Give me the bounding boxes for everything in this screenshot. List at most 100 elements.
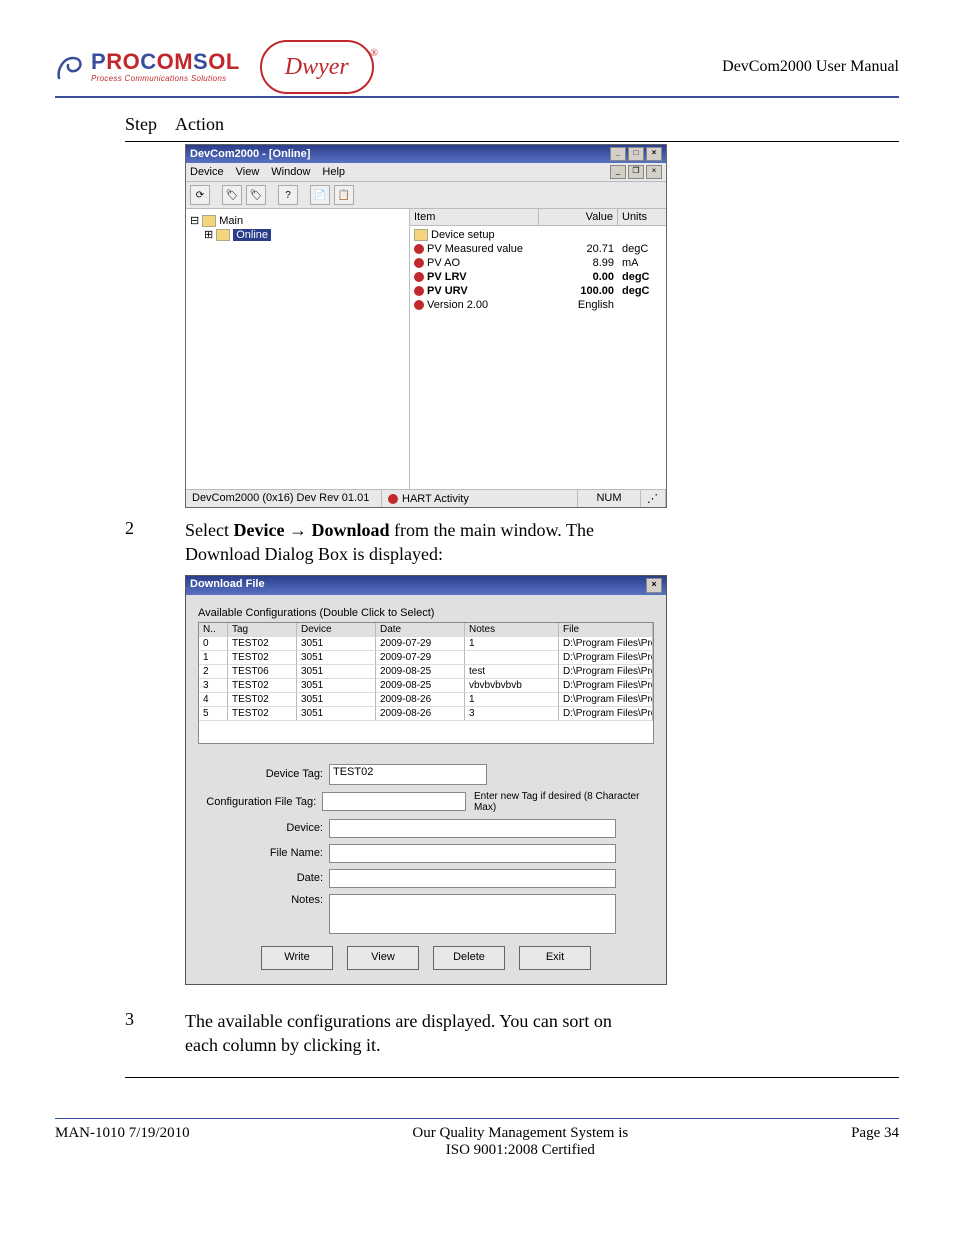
- menu-view[interactable]: View: [236, 166, 260, 178]
- download-dialog-screenshot: Download File × Available Configurations…: [185, 575, 667, 985]
- col-tag[interactable]: Tag: [228, 623, 297, 637]
- list-row[interactable]: PV Measured value20.71degC: [410, 242, 666, 256]
- col-date[interactable]: Date: [376, 623, 465, 637]
- hart-led-icon: [388, 494, 398, 504]
- date-label: Date:: [198, 872, 329, 884]
- device-label: Device:: [198, 822, 329, 834]
- col-action: Action: [175, 114, 224, 135]
- app-window-screenshot: DevCom2000 - [Online] _ □ × Device View …: [185, 144, 667, 508]
- status-left: DevCom2000 (0x16) Dev Rev 01.01: [186, 490, 382, 507]
- dwyer-logo: Dwyer: [260, 40, 374, 94]
- config-tag-label: Configuration File Tag:: [198, 796, 322, 808]
- toolbar-btn-2[interactable]: 🏷: [222, 185, 242, 205]
- table-row[interactable]: 5TEST0230512009-08-263D:\Program Files\P…: [199, 707, 653, 721]
- folder-icon: [216, 229, 230, 241]
- col-value[interactable]: Value: [539, 209, 618, 225]
- manual-title: DevCom2000 User Manual: [722, 58, 899, 76]
- status-num: NUM: [578, 490, 641, 507]
- filename-input[interactable]: [329, 844, 616, 863]
- mdi-close-icon[interactable]: ×: [646, 165, 662, 179]
- dialog-close-icon[interactable]: ×: [646, 578, 662, 593]
- table-row[interactable]: 4TEST0230512009-08-261D:\Program Files\P…: [199, 693, 653, 707]
- folder-icon: [202, 215, 216, 227]
- dialog-title: Download File: [190, 578, 265, 593]
- device-tag-input[interactable]: TEST02: [329, 764, 487, 785]
- device-input[interactable]: [329, 819, 616, 838]
- toolbar-btn-3[interactable]: 🏷: [246, 185, 266, 205]
- toolbar-btn-6[interactable]: 📋: [334, 185, 354, 205]
- footer-right: Page 34: [851, 1125, 899, 1159]
- param-icon: [414, 272, 424, 282]
- minimize-icon[interactable]: _: [610, 147, 626, 161]
- notes-input[interactable]: [329, 894, 616, 934]
- step-text: Select Device → Download from the main w…: [185, 518, 645, 567]
- param-icon: [414, 244, 424, 254]
- list-row[interactable]: Version 2.00English: [410, 298, 666, 312]
- steps-container: DevCom2000 - [Online] _ □ × Device View …: [125, 141, 899, 1057]
- table-row[interactable]: 2TEST0630512009-08-25testD:\Program File…: [199, 665, 653, 679]
- folder-icon: [414, 229, 428, 241]
- delete-button[interactable]: Delete: [433, 946, 505, 970]
- tree-main[interactable]: Main: [219, 215, 243, 227]
- status-bar: DevCom2000 (0x16) Dev Rev 01.01 HART Act…: [186, 489, 666, 507]
- notes-label: Notes:: [198, 894, 329, 906]
- table-row[interactable]: 0TEST0230512009-07-291D:\Program Files\P…: [199, 637, 653, 651]
- config-tag-input[interactable]: [322, 792, 466, 811]
- table-headers: Step Action: [125, 114, 899, 135]
- list-row[interactable]: PV AO8.99mA: [410, 256, 666, 270]
- list-row[interactable]: Device setup: [410, 228, 666, 242]
- col-n[interactable]: N..: [199, 623, 228, 637]
- brand-name: PROCOMSOL: [91, 51, 240, 73]
- table-row[interactable]: 1TEST0230512009-07-29D:\Program Files\Pr…: [199, 651, 653, 665]
- mdi-bar: Device View Window Help _ ❐ ×: [186, 163, 666, 182]
- maximize-icon[interactable]: □: [628, 147, 644, 161]
- page-header: PROCOMSOL Process Communications Solutio…: [55, 40, 899, 98]
- mdi-minimize-icon[interactable]: _: [610, 165, 626, 179]
- filename-label: File Name:: [198, 847, 329, 859]
- menu-device[interactable]: Device: [190, 166, 224, 178]
- list-row[interactable]: PV URV100.00degC: [410, 284, 666, 298]
- procomsol-logo: PROCOMSOL Process Communications Solutio…: [55, 51, 240, 83]
- menu-help[interactable]: Help: [322, 166, 345, 178]
- exit-button[interactable]: Exit: [519, 946, 591, 970]
- toolbar-btn-1[interactable]: ⟳: [190, 185, 210, 205]
- brand-tagline: Process Communications Solutions: [91, 75, 240, 83]
- toolbar: ⟳ 🏷 🏷 ? 📄 📋: [186, 182, 666, 209]
- col-notes[interactable]: Notes: [465, 623, 559, 637]
- step-text: The available configurations are display…: [185, 1009, 645, 1058]
- status-hart: HART Activity: [402, 493, 469, 505]
- footer-left: MAN-1010 7/19/2010: [55, 1125, 190, 1159]
- page-footer: MAN-1010 7/19/2010 Our Quality Managemen…: [55, 1118, 899, 1159]
- date-input[interactable]: [329, 869, 616, 888]
- write-button[interactable]: Write: [261, 946, 333, 970]
- col-device[interactable]: Device: [297, 623, 376, 637]
- resize-grip-icon: ⋰: [641, 490, 666, 507]
- device-tag-label: Device Tag:: [198, 768, 329, 780]
- col-file[interactable]: File: [559, 623, 653, 637]
- title-bar: DevCom2000 - [Online] _ □ ×: [186, 145, 666, 163]
- col-units[interactable]: Units: [618, 209, 666, 225]
- config-tag-hint: Enter new Tag if desired (8 Character Ma…: [474, 791, 654, 813]
- col-step: Step: [125, 114, 157, 135]
- toolbar-btn-5[interactable]: 📄: [310, 185, 330, 205]
- logos: PROCOMSOL Process Communications Solutio…: [55, 40, 374, 94]
- separator: [125, 1077, 899, 1078]
- window-title: DevCom2000 - [Online]: [190, 148, 310, 160]
- list-row[interactable]: PV LRV0.00degC: [410, 270, 666, 284]
- param-icon: [414, 258, 424, 268]
- tree-online[interactable]: Online: [233, 229, 271, 241]
- tree-pane: ⊟Main ⊞Online: [186, 209, 410, 489]
- dialog-caption: Available Configurations (Double Click t…: [198, 607, 654, 619]
- step-number: 2: [125, 518, 145, 539]
- close-icon[interactable]: ×: [646, 147, 662, 161]
- arrow-icon: →: [289, 520, 307, 540]
- mdi-restore-icon[interactable]: ❐: [628, 165, 644, 179]
- toolbar-btn-4[interactable]: ?: [278, 185, 298, 205]
- config-table: N.. Tag Device Date Notes File 0TEST0230…: [198, 622, 654, 744]
- view-button[interactable]: View: [347, 946, 419, 970]
- col-item[interactable]: Item: [410, 209, 539, 225]
- swirl-icon: [55, 52, 85, 82]
- menu-window[interactable]: Window: [271, 166, 310, 178]
- table-row[interactable]: 3TEST0230512009-08-25vbvbvbvbvbD:\Progra…: [199, 679, 653, 693]
- footer-mid-1: Our Quality Management System is: [190, 1125, 851, 1142]
